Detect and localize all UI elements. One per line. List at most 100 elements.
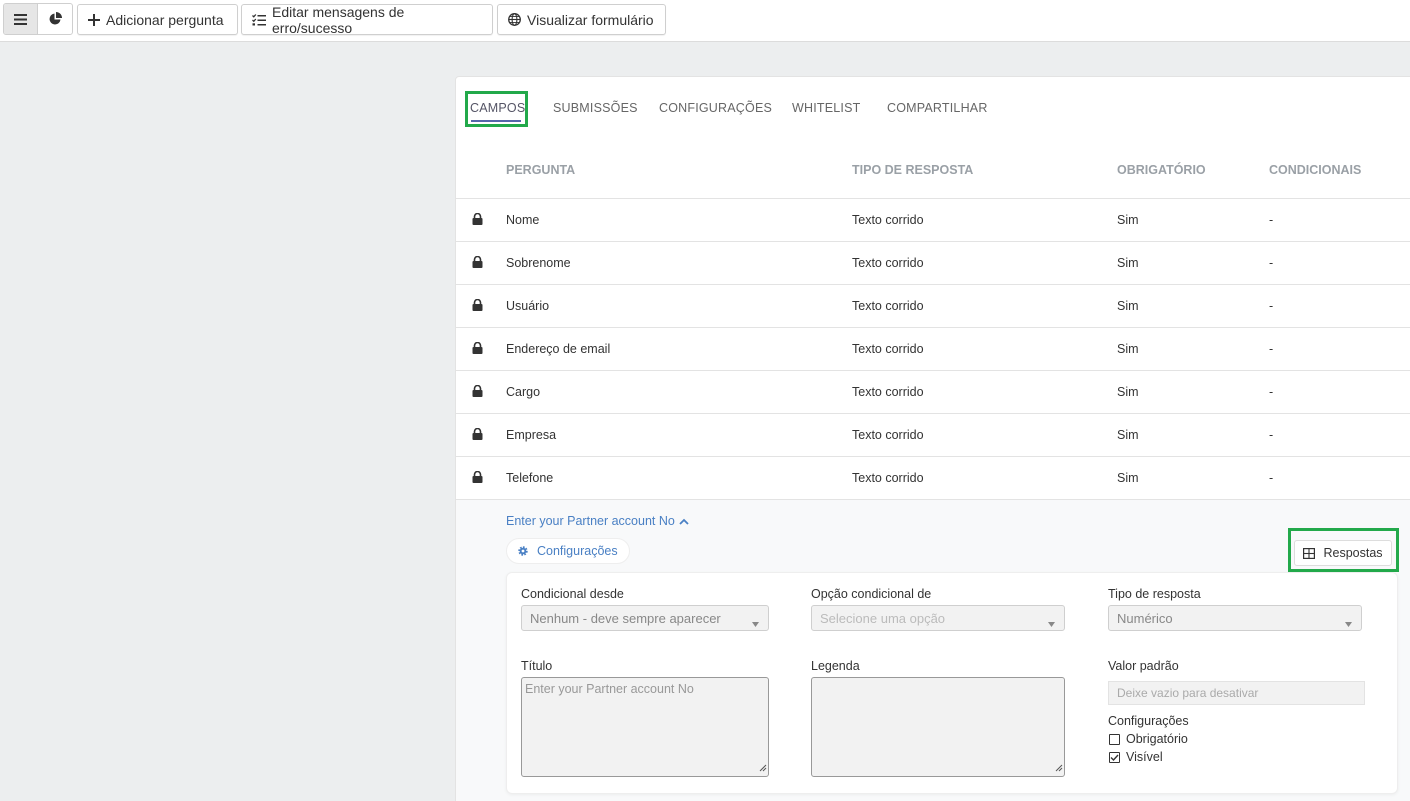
question-cell: Nome xyxy=(506,213,540,227)
settings-pill-button[interactable]: Configurações xyxy=(506,538,630,564)
chart-view-button[interactable] xyxy=(38,4,72,34)
table-row[interactable]: Usuário Texto corrido Sim - xyxy=(456,284,1410,327)
question-cell: Telefone xyxy=(506,471,554,485)
checkbox-empty-icon xyxy=(1109,733,1120,745)
conditional-from-label: Condicional desde xyxy=(521,587,624,601)
lock-icon xyxy=(472,427,483,443)
view-form-label: Visualizar formulário xyxy=(527,11,654,28)
settings-pill-label: Configurações xyxy=(537,544,618,558)
resize-grip-icon[interactable] xyxy=(759,761,767,775)
checkbox-checked-icon xyxy=(1109,751,1120,763)
conditional-cell: - xyxy=(1269,428,1274,442)
settings-section-label: Configurações xyxy=(1108,714,1189,728)
visible-checkbox-label: Visível xyxy=(1126,750,1163,764)
conditional-cell: - xyxy=(1269,385,1274,399)
expanded-question-title: Enter your Partner account No xyxy=(506,514,675,528)
question-cell: Empresa xyxy=(506,428,557,442)
question-settings-form: Condicional desde Nenhum - deve sempre a… xyxy=(506,572,1398,794)
lock-icon xyxy=(472,255,483,271)
default-value-label: Valor padrão xyxy=(1108,659,1179,673)
lock-icon xyxy=(472,212,483,228)
collapse-question-link[interactable]: Enter your Partner account No xyxy=(506,514,689,528)
answer-type-cell: Texto corrido xyxy=(852,213,924,227)
caption-label: Legenda xyxy=(811,659,860,673)
conditional-option-select[interactable]: Selecione uma opção xyxy=(811,605,1065,631)
table-row[interactable]: Endereço de email Texto corrido Sim - xyxy=(456,327,1410,370)
question-cell: Cargo xyxy=(506,385,541,399)
column-header-required: OBRIGATÓRIO xyxy=(1117,163,1206,177)
required-cell: Sim xyxy=(1117,256,1139,270)
conditional-from-select[interactable]: Nenhum - deve sempre aparecer xyxy=(521,605,769,631)
highlight-box-campos xyxy=(465,91,528,127)
caret-down-icon xyxy=(1345,615,1352,630)
tab-compartilhar[interactable]: COMPARTILHAR xyxy=(887,101,988,115)
lock-icon xyxy=(472,341,483,357)
required-cell: Sim xyxy=(1117,471,1139,485)
question-cell: Usuário xyxy=(506,299,550,313)
conditional-cell: - xyxy=(1269,299,1274,313)
conditional-cell: - xyxy=(1269,256,1274,270)
expanded-question-panel: Enter your Partner account No Configuraç… xyxy=(456,499,1410,801)
default-value-placeholder: Deixe vazio para desativar xyxy=(1117,686,1259,700)
highlight-box-answers xyxy=(1288,528,1399,572)
answer-type-cell: Texto corrido xyxy=(852,428,924,442)
lock-icon xyxy=(472,470,483,486)
view-toggle-group xyxy=(3,3,73,35)
table-row[interactable]: Sobrenome Texto corrido Sim - xyxy=(456,241,1410,284)
tab-submissoes[interactable]: SUBMISSÕES xyxy=(553,101,638,115)
tab-configuracoes[interactable]: CONFIGURAÇÕES xyxy=(659,101,772,115)
required-checkbox[interactable]: Obrigatório xyxy=(1109,732,1188,746)
plus-icon xyxy=(88,13,100,26)
visible-checkbox[interactable]: Visível xyxy=(1109,750,1163,764)
conditional-from-value: Nenhum - deve sempre aparecer xyxy=(530,610,721,626)
conditional-option-placeholder: Selecione uma opção xyxy=(820,610,946,626)
title-placeholder: Enter your Partner account No xyxy=(525,682,694,696)
edit-messages-button[interactable]: Editar mensagens de erro/sucesso xyxy=(241,3,493,36)
caption-textarea[interactable] xyxy=(811,677,1065,777)
answer-type-label: Tipo de resposta xyxy=(1108,587,1201,601)
required-checkbox-label: Obrigatório xyxy=(1126,732,1188,746)
globe-icon xyxy=(508,13,521,26)
default-value-input[interactable]: Deixe vazio para desativar xyxy=(1108,681,1365,705)
gear-icon xyxy=(517,545,529,557)
required-cell: Sim xyxy=(1117,299,1139,313)
table-row[interactable]: Telefone Texto corrido Sim - xyxy=(456,456,1410,499)
title-textarea[interactable]: Enter your Partner account No xyxy=(521,677,769,777)
required-cell: Sim xyxy=(1117,342,1139,356)
table-row[interactable]: Empresa Texto corrido Sim - xyxy=(456,413,1410,456)
answer-type-select[interactable]: Numérico xyxy=(1108,605,1362,631)
conditional-option-label: Opção condicional de xyxy=(811,587,932,601)
answer-type-value: Numérico xyxy=(1117,610,1173,626)
lock-icon xyxy=(472,298,483,314)
conditional-cell: - xyxy=(1269,342,1274,356)
pie-chart-icon xyxy=(49,12,62,25)
top-toolbar: Adicionar pergunta Editar mensagens de e… xyxy=(0,0,1410,42)
add-question-label: Adicionar pergunta xyxy=(106,11,224,28)
required-cell: Sim xyxy=(1117,213,1139,227)
form-fields-card: CAMPOS SUBMISSÕES CONFIGURAÇÕES WHITELIS… xyxy=(455,76,1410,801)
conditional-cell: - xyxy=(1269,213,1274,227)
answer-type-cell: Texto corrido xyxy=(852,342,924,356)
answer-type-cell: Texto corrido xyxy=(852,299,924,313)
table-row[interactable]: Nome Texto corrido Sim - xyxy=(456,198,1410,241)
answer-type-cell: Texto corrido xyxy=(852,385,924,399)
edit-messages-label: Editar mensagens de erro/sucesso xyxy=(272,3,405,36)
resize-grip-icon[interactable] xyxy=(1055,761,1063,775)
view-form-button[interactable]: Visualizar formulário xyxy=(497,4,666,35)
tab-whitelist[interactable]: WHITELIST xyxy=(792,101,860,115)
checklist-icon xyxy=(252,13,266,26)
list-view-button[interactable] xyxy=(4,4,38,34)
question-cell: Endereço de email xyxy=(506,342,611,356)
menu-icon xyxy=(14,13,27,25)
add-question-button[interactable]: Adicionar pergunta xyxy=(77,4,238,35)
lock-icon xyxy=(472,384,483,400)
answer-type-cell: Texto corrido xyxy=(852,471,924,485)
column-header-conditionals: CONDICIONAIS xyxy=(1269,163,1362,177)
required-cell: Sim xyxy=(1117,385,1139,399)
column-header-answer-type: TIPO DE RESPOSTA xyxy=(852,163,974,177)
answer-type-cell: Texto corrido xyxy=(852,256,924,270)
column-header-question: PERGUNTA xyxy=(506,163,576,177)
title-label: Título xyxy=(521,659,553,673)
required-cell: Sim xyxy=(1117,428,1139,442)
table-row[interactable]: Cargo Texto corrido Sim - xyxy=(456,370,1410,413)
